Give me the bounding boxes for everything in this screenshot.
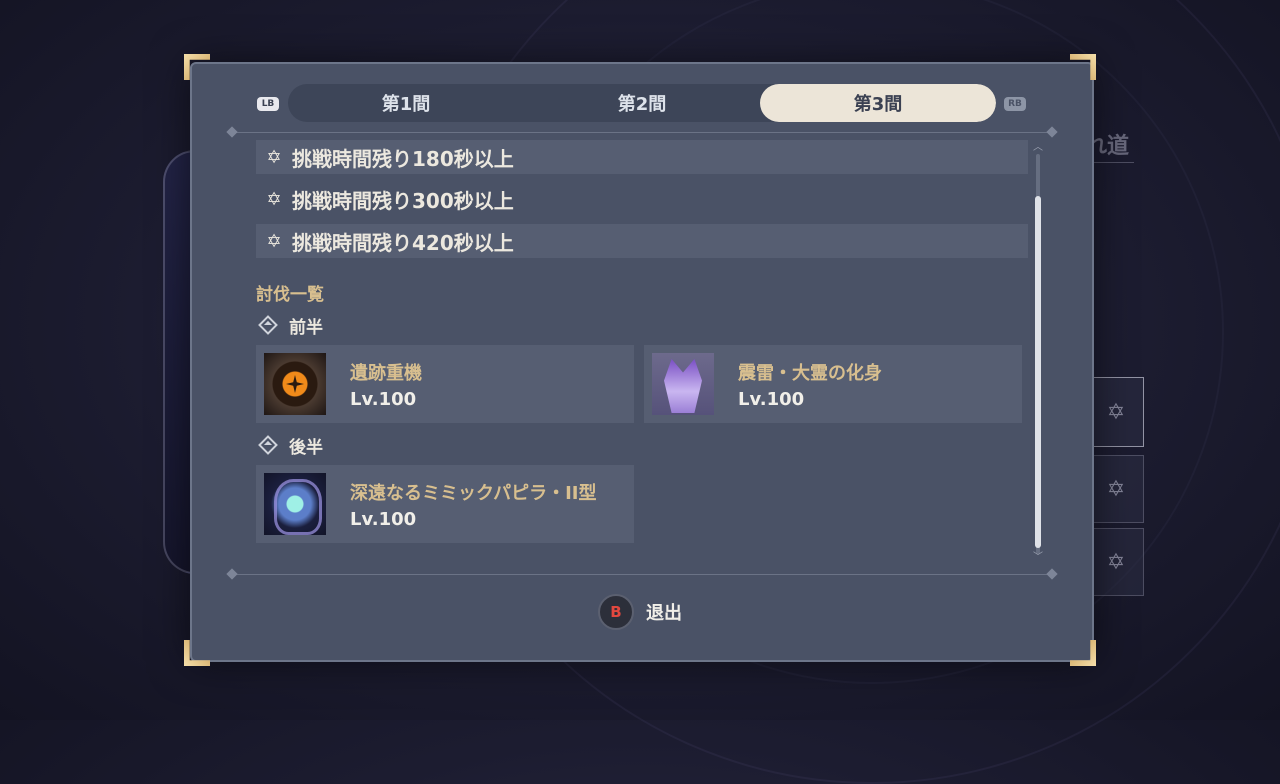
top-divider — [232, 132, 1052, 133]
chamber-details-dialog: LB 第1間 第2間 第3間 RB ✡ 挑戦時間残り180秒以上 ✡ 挑戦時間残… — [190, 62, 1094, 662]
star-icon: ✡ — [266, 146, 282, 168]
star-condition-text: 挑戦時間残り180秒以上 — [292, 146, 514, 171]
star-conditions-list: ✡ 挑戦時間残り180秒以上 ✡ 挑戦時間残り300秒以上 ✡ 挑戦時間残り42… — [256, 140, 1028, 258]
star-icon: ✡ — [266, 230, 282, 252]
scroll-down-icon[interactable]: ﹀ — [1033, 548, 1043, 563]
enemy-name: 震雷・大霊の化身 — [738, 362, 882, 384]
star-icon: ✡ — [1106, 476, 1126, 502]
second-half-enemies: 深遠なるミミックパピラ・II型 Lv.100 — [256, 465, 1028, 543]
enemy-card[interactable]: 遺跡重機 Lv.100 — [256, 345, 634, 423]
star-condition: ✡ 挑戦時間残り180秒以上 — [256, 140, 1028, 174]
exit-button[interactable]: B 退出 — [598, 594, 682, 630]
star-condition-text: 挑戦時間残り300秒以上 — [292, 188, 514, 213]
enemy-card[interactable]: 震雷・大霊の化身 Lv.100 — [644, 345, 1022, 423]
enemy-name: 遺跡重機 — [350, 362, 422, 384]
star-icon: ✡ — [266, 188, 282, 210]
diamond-icon — [258, 435, 278, 455]
enemy-level: Lv.100 — [350, 388, 417, 410]
star-condition: ✡ 挑戦時間残り420秒以上 — [256, 224, 1028, 258]
background-star-slot: ✡ — [1088, 377, 1144, 447]
first-half-enemies: 遺跡重機 Lv.100 震雷・大霊の化身 Lv.100 — [256, 345, 1028, 423]
mimic-papilla-portrait — [264, 473, 326, 535]
ruin-machine-portrait — [264, 353, 326, 415]
scrollbar-thumb[interactable] — [1035, 196, 1041, 548]
first-half-label: 前半 — [256, 313, 1028, 338]
second-half-label: 後半 — [256, 433, 1028, 458]
scroll-up-icon[interactable]: ︿ — [1033, 138, 1043, 153]
star-icon: ✡ — [1106, 549, 1126, 575]
star-condition-text: 挑戦時間残り420秒以上 — [292, 230, 514, 255]
first-half-text: 前半 — [289, 317, 323, 338]
b-button-icon: B — [598, 594, 634, 630]
lb-button-hint[interactable]: LB — [257, 97, 279, 111]
tab-chamber-2[interactable]: 第2間 — [524, 84, 760, 122]
tab-chamber-3[interactable]: 第3間 — [760, 84, 996, 122]
enemy-info: 震雷・大霊の化身 Lv.100 — [738, 359, 882, 410]
enemy-level: Lv.100 — [350, 508, 417, 530]
enemy-info: 深遠なるミミックパピラ・II型 Lv.100 — [350, 479, 597, 530]
star-condition: ✡ 挑戦時間残り300秒以上 — [256, 182, 1028, 216]
diamond-icon — [258, 315, 278, 335]
star-icon: ✡ — [1106, 399, 1126, 425]
enemy-list-title: 討伐一覧 — [256, 285, 324, 305]
second-half-text: 後半 — [289, 437, 323, 458]
raiden-puppet-portrait — [652, 353, 714, 415]
background-underline — [1088, 162, 1134, 163]
exit-label: 退出 — [646, 603, 682, 624]
enemy-name: 深遠なるミミックパピラ・II型 — [350, 482, 597, 504]
tab-chamber-1[interactable]: 第1間 — [288, 84, 524, 122]
background-star-slot: ✡ — [1088, 455, 1144, 523]
enemy-card[interactable]: 深遠なるミミックパピラ・II型 Lv.100 — [256, 465, 634, 543]
bottom-divider — [232, 574, 1052, 575]
scroll-content[interactable]: ✡ 挑戦時間残り180秒以上 ✡ 挑戦時間残り300秒以上 ✡ 挑戦時間残り42… — [256, 140, 1028, 568]
chamber-tabs: 第1間 第2間 第3間 — [288, 84, 996, 122]
background-star-slot: ✡ — [1088, 528, 1144, 596]
enemy-info: 遺跡重機 Lv.100 — [350, 359, 422, 410]
rb-button-hint[interactable]: RB — [1004, 97, 1026, 111]
enemy-level: Lv.100 — [738, 388, 805, 410]
